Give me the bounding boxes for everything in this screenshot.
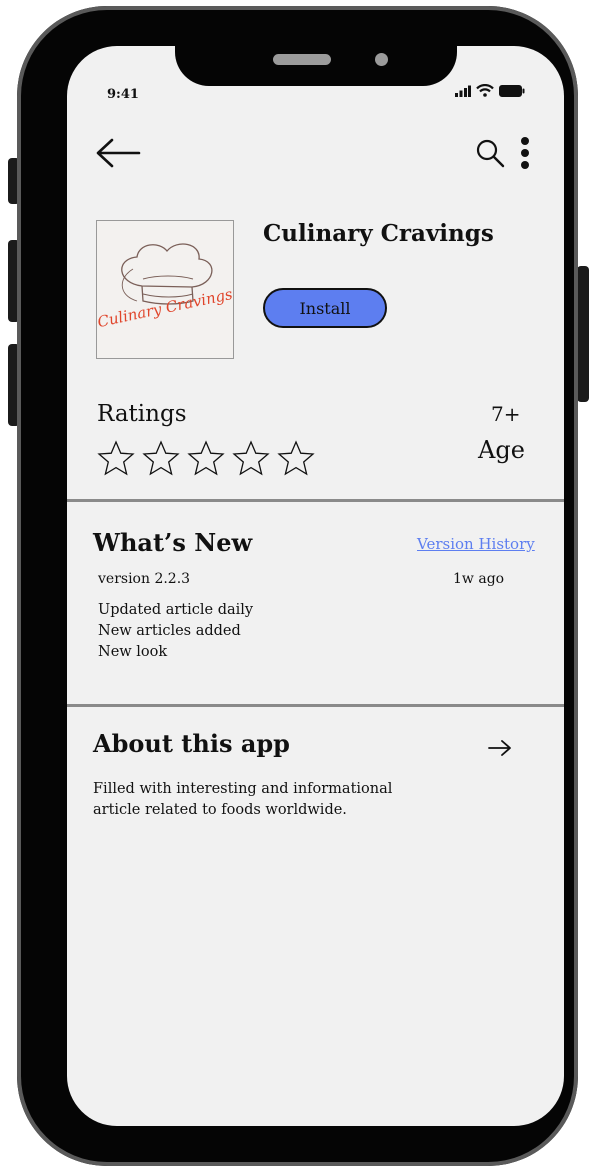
star-icon[interactable] <box>187 440 225 476</box>
release-note-item: New look <box>98 644 168 660</box>
battery-icon <box>499 84 525 97</box>
search-icon[interactable] <box>475 138 505 168</box>
arrow-right-icon[interactable] <box>487 738 513 758</box>
version-number: version 2.2.3 <box>98 571 191 587</box>
about-heading: About this app <box>93 729 290 758</box>
power-button <box>577 266 589 402</box>
install-button[interactable]: Install <box>263 288 387 328</box>
speaker <box>273 54 331 65</box>
ratings-label: Ratings <box>97 401 187 427</box>
app-icon: Culinary Cravings <box>96 220 234 359</box>
notch <box>175 26 457 86</box>
status-time: 9:41 <box>107 87 139 102</box>
divider <box>67 499 564 502</box>
signal-icon <box>455 85 471 97</box>
age-rating-label: Age <box>478 436 525 464</box>
whats-new-heading: What’s New <box>93 528 253 557</box>
front-camera <box>375 53 388 66</box>
star-icon[interactable] <box>277 440 315 476</box>
about-description: Filled with interesting and informationa… <box>93 781 393 818</box>
release-notes: Updated article daily New articles added… <box>98 600 253 663</box>
app-title: Culinary Cravings <box>263 220 494 247</box>
status-icons <box>455 84 525 97</box>
back-arrow-icon[interactable] <box>95 138 141 168</box>
rating-stars[interactable] <box>97 440 315 476</box>
more-options-icon[interactable] <box>518 136 532 170</box>
update-time: 1w ago <box>453 571 505 587</box>
star-icon[interactable] <box>232 440 270 476</box>
star-icon[interactable] <box>142 440 180 476</box>
phone-frame: 9:41 Culinary Cravings Culinary Cravings… <box>17 6 578 1166</box>
age-rating-value: 7+ <box>491 402 521 426</box>
screen: 9:41 Culinary Cravings Culinary Cravings… <box>67 46 564 1126</box>
wifi-icon <box>476 84 494 97</box>
star-icon[interactable] <box>97 440 135 476</box>
release-note-item: Updated article daily <box>98 602 254 618</box>
release-note-item: New articles added <box>98 623 241 639</box>
divider <box>67 704 564 707</box>
version-history-link[interactable]: Version History <box>417 535 535 553</box>
